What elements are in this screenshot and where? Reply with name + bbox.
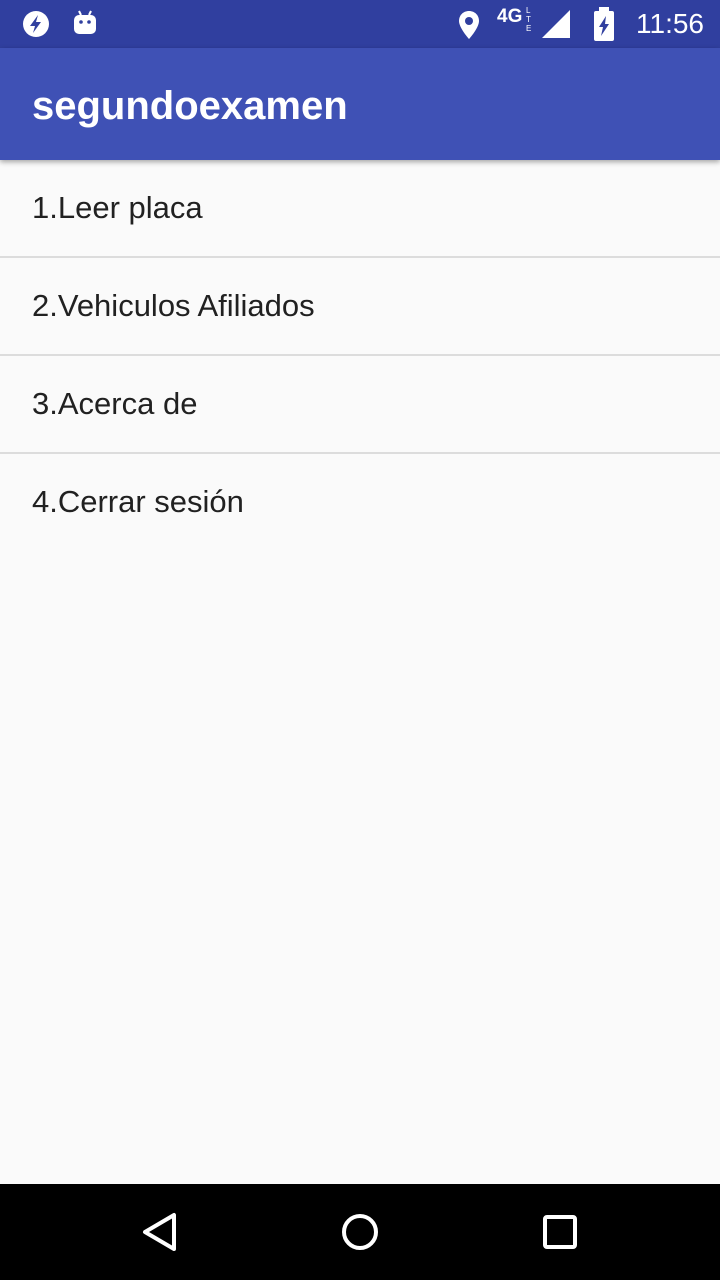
home-icon[interactable] [336, 1208, 384, 1256]
network-type-label: 4G [497, 6, 523, 27]
menu-item-leer-placa[interactable]: 1.Leer placa [0, 160, 720, 258]
app-title: segundoexamen [32, 84, 348, 128]
menu-item-label: 3.Acerca de [32, 386, 198, 421]
battery-charging-icon [594, 7, 614, 41]
signal-icon [542, 10, 570, 38]
status-time: 11:56 [636, 8, 704, 39]
menu-list: 1.Leer placa 2.Vehiculos Afiliados 3.Ace… [0, 160, 720, 550]
recents-icon[interactable] [536, 1208, 584, 1256]
status-bar: 4G LTE 11:56 [0, 0, 720, 48]
location-icon [459, 11, 479, 39]
menu-item-vehiculos-afiliados[interactable]: 2.Vehiculos Afiliados [0, 258, 720, 356]
flash-icon [23, 11, 49, 37]
navigation-bar [0, 1184, 720, 1280]
back-icon[interactable] [136, 1208, 184, 1256]
android-icon [74, 10, 96, 34]
menu-item-label: 4.Cerrar sesión [32, 484, 244, 519]
menu-item-cerrar-sesion[interactable]: 4.Cerrar sesión [0, 454, 720, 550]
menu-item-label: 1.Leer placa [32, 190, 203, 225]
menu-item-label: 2.Vehiculos Afiliados [32, 288, 315, 323]
screen: 4G LTE 11:56 segundoexamen 1.Leer placa … [0, 0, 720, 1280]
app-bar: segundoexamen [0, 48, 720, 160]
network-subtype-label: LTE [526, 6, 532, 33]
menu-item-acerca-de[interactable]: 3.Acerca de [0, 356, 720, 454]
